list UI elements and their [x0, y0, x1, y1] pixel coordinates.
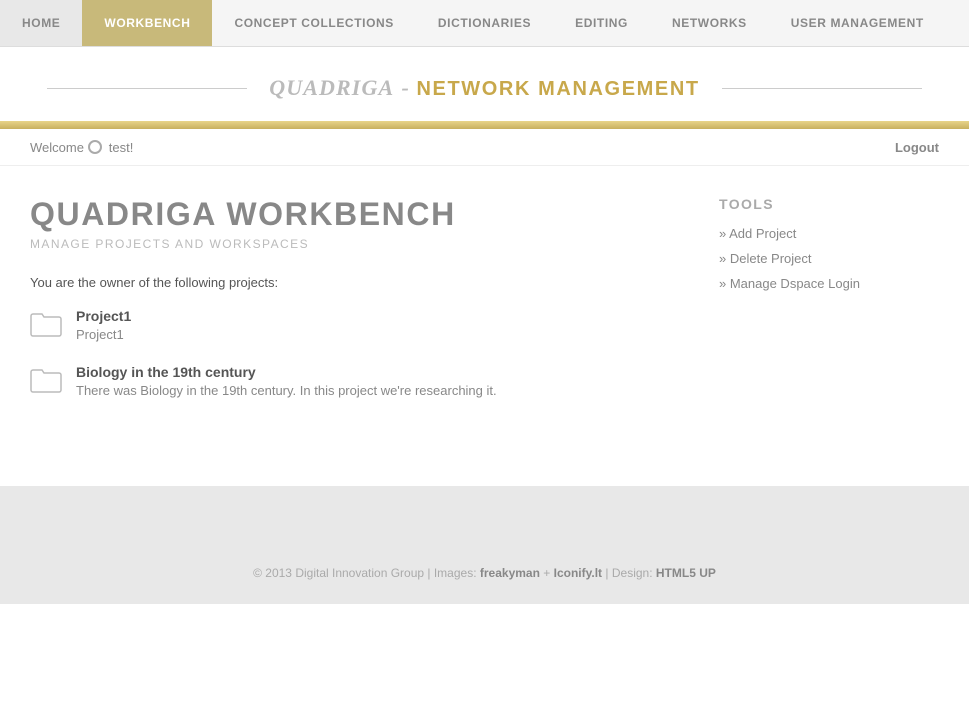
nav-item-user-management[interactable]: USER MANAGEMENT	[769, 0, 946, 46]
footer-text: © 2013 Digital Innovation Group | Images…	[0, 566, 969, 580]
tools-title: TOOLS	[719, 196, 939, 212]
main-nav: HOME WORKBENCH CONCEPT COLLECTIONS DICTI…	[0, 0, 969, 47]
gold-bar	[0, 121, 969, 129]
footer-copyright: © 2013 Digital Innovation Group | Images…	[253, 566, 480, 580]
project-desc: There was Biology in the 19th century. I…	[76, 383, 497, 398]
project-info: Project1 Project1	[76, 308, 131, 342]
user-icon	[88, 140, 102, 154]
page-subtitle: MANAGE PROJECTS AND WORKSPACES	[30, 237, 679, 251]
project-name[interactable]: Biology in the 19th century	[76, 364, 497, 380]
footer-iconify-link[interactable]: Iconify.lt	[554, 566, 602, 580]
add-project-link[interactable]: Add Project	[719, 226, 939, 241]
welcome-bar: Welcome test! Logout	[0, 129, 969, 166]
network-management-label: NETWORK MANAGEMENT	[416, 78, 699, 100]
main-content: QUADRIGA WORKBENCH MANAGE PROJECTS AND W…	[0, 166, 969, 486]
header-title: QUADRIGA - NETWORK MANAGEMENT	[269, 75, 699, 101]
footer: © 2013 Digital Innovation Group | Images…	[0, 486, 969, 604]
logout-button[interactable]: Logout	[895, 140, 939, 155]
delete-project-link[interactable]: Delete Project	[719, 251, 939, 266]
footer-html5up-link[interactable]: HTML5 UP	[656, 566, 716, 580]
folder-icon	[30, 310, 62, 338]
welcome-prefix: Welcome	[30, 140, 84, 155]
footer-design-prefix: | Design:	[602, 566, 656, 580]
project-desc: Project1	[76, 327, 131, 342]
project-item: Biology in the 19th century There was Bi…	[30, 364, 679, 398]
owner-text: You are the owner of the following proje…	[30, 275, 679, 290]
footer-plus: +	[540, 566, 554, 580]
project-item: Project1 Project1	[30, 308, 679, 342]
footer-freakyman-link[interactable]: freakyman	[480, 566, 540, 580]
content-left: QUADRIGA WORKBENCH MANAGE PROJECTS AND W…	[30, 196, 719, 446]
tools-sidebar: TOOLS Add Project Delete Project Manage …	[719, 196, 939, 446]
nav-item-dictionaries[interactable]: DICTIONARIES	[416, 0, 553, 46]
folder-icon	[30, 366, 62, 394]
project-info: Biology in the 19th century There was Bi…	[76, 364, 497, 398]
nav-item-networks[interactable]: NETWORKS	[650, 0, 769, 46]
welcome-username: test!	[109, 140, 134, 155]
page-title: QUADRIGA WORKBENCH	[30, 196, 679, 233]
manage-dspace-login-link[interactable]: Manage Dspace Login	[719, 276, 939, 291]
nav-item-concept-collections[interactable]: CONCEPT COLLECTIONS	[212, 0, 415, 46]
brand-name: QUADRIGA	[269, 75, 394, 100]
project-name[interactable]: Project1	[76, 308, 131, 324]
nav-item-workbench[interactable]: WORKBENCH	[82, 0, 212, 46]
nav-item-home[interactable]: HOME	[0, 0, 82, 46]
header-separator: -	[401, 75, 416, 100]
header-banner: QUADRIGA - NETWORK MANAGEMENT	[0, 47, 969, 121]
welcome-section: Welcome test!	[30, 139, 133, 155]
nav-item-editing[interactable]: EDITING	[553, 0, 650, 46]
